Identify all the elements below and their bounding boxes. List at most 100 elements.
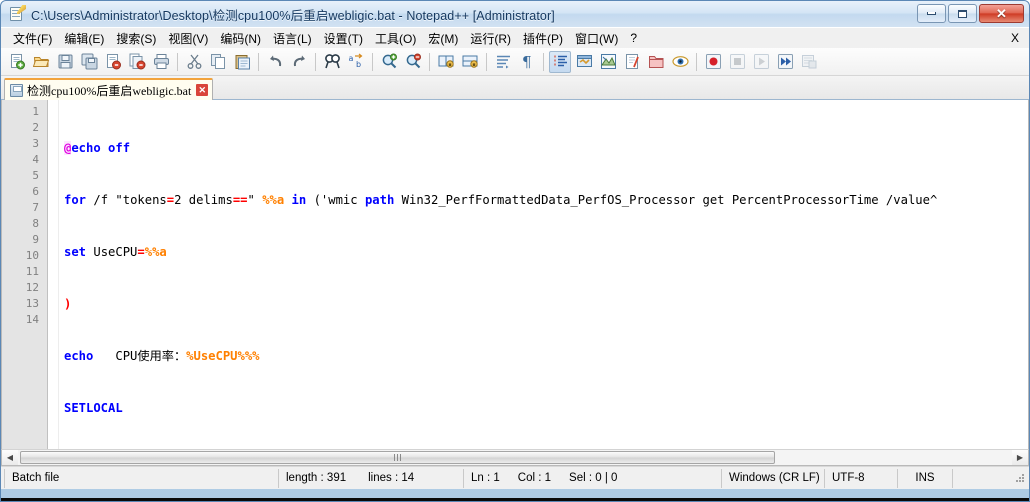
line-number: 12 — [25, 281, 39, 294]
line-number: 1 — [32, 105, 39, 118]
menu-window[interactable]: 窗口(W) — [569, 28, 624, 49]
line-number: 14 — [25, 313, 39, 326]
minimize-icon — [927, 12, 936, 15]
line-number: 13 — [25, 297, 39, 310]
menu-macro[interactable]: 宏(M) — [422, 28, 464, 49]
editor-area[interactable]: 1 2 3 4 5 6 7 8 9 10 11 12 13 14 @echo o… — [1, 100, 1029, 449]
status-length-lines: length : 391 lines : 14 — [279, 468, 464, 488]
svg-text:b: b — [356, 60, 361, 69]
redo-icon[interactable] — [288, 51, 310, 73]
close-file-icon[interactable] — [102, 51, 124, 73]
menu-plugins[interactable]: 插件(P) — [517, 28, 569, 49]
close-document-button[interactable]: X — [1011, 31, 1019, 45]
svg-text:¶: ¶ — [522, 53, 532, 70]
status-lines: lines : 14 — [368, 472, 415, 484]
zoom-in-icon[interactable] — [378, 51, 400, 73]
save-all-icon[interactable] — [78, 51, 100, 73]
new-file-icon[interactable] — [6, 51, 28, 73]
menu-file[interactable]: 文件(F) — [7, 28, 58, 49]
record-macro-icon[interactable] — [702, 51, 724, 73]
menu-encoding[interactable]: 编码(N) — [214, 28, 267, 49]
fold-margin[interactable] — [48, 100, 59, 449]
separator-6 — [486, 52, 487, 71]
print-icon[interactable] — [150, 51, 172, 73]
status-insert-mode[interactable]: INS — [898, 468, 953, 488]
scroll-right-arrow-icon[interactable]: ▶ — [1012, 450, 1028, 465]
folder-as-workspace-icon[interactable] — [645, 51, 667, 73]
status-bar: Batch file length : 391 lines : 14 Ln : … — [1, 466, 1029, 489]
horizontal-scrollbar[interactable]: ◀ ▶ — [1, 449, 1029, 466]
status-eol-format[interactable]: Windows (CR LF) — [722, 468, 825, 488]
status-caret-position: Ln : 1 Col : 1 Sel : 0 | 0 — [464, 468, 722, 488]
code-line-6: SETLOCAL — [64, 401, 123, 415]
notepad-plus-plus-document-icon — [9, 5, 26, 22]
status-encoding[interactable]: UTF-8 — [825, 468, 898, 488]
copy-icon[interactable] — [207, 51, 229, 73]
scrollbar-thumb[interactable] — [20, 451, 775, 464]
find-icon[interactable] — [321, 51, 343, 73]
line-number: 5 — [32, 169, 39, 182]
scrollbar-track[interactable] — [18, 450, 1012, 465]
run-macro-multiple-icon[interactable] — [774, 51, 796, 73]
maximize-button[interactable] — [948, 4, 977, 23]
sync-horizontal-scroll-icon[interactable] — [459, 51, 481, 73]
menu-tools[interactable]: 工具(O) — [369, 28, 422, 49]
menu-language[interactable]: 语言(L) — [267, 28, 318, 49]
notepad-plus-plus-window: C:\Users\Administrator\Desktop\检测cpu100%… — [0, 0, 1030, 502]
sync-vertical-scroll-icon[interactable] — [435, 51, 457, 73]
menu-help[interactable]: ? — [624, 29, 643, 47]
undo-icon[interactable] — [264, 51, 286, 73]
status-ln: Ln : 1 — [471, 472, 500, 484]
line-number: 2 — [32, 121, 39, 134]
tab-active-document[interactable]: 检测cpu100%后重启webligic.bat ✕ — [4, 78, 214, 100]
separator-7 — [543, 52, 544, 71]
function-list-icon[interactable] — [621, 51, 643, 73]
separator-3 — [315, 52, 316, 71]
user-defined-dialog-icon[interactable] — [573, 51, 595, 73]
monitoring-icon[interactable] — [669, 51, 691, 73]
menu-settings[interactable]: 设置(T) — [318, 28, 369, 49]
window-bottom-edge — [1, 498, 1029, 501]
tab-bar: 检测cpu100%后重启webligic.bat ✕ — [1, 76, 1029, 100]
play-macro-icon[interactable] — [750, 51, 772, 73]
open-file-icon[interactable] — [30, 51, 52, 73]
separator-1 — [177, 52, 178, 71]
scroll-left-arrow-icon[interactable]: ◀ — [2, 450, 18, 465]
cut-icon[interactable] — [183, 51, 205, 73]
minimize-button[interactable] — [917, 4, 946, 23]
line-number: 6 — [32, 185, 39, 198]
window-controls: ✕ — [917, 4, 1024, 23]
stop-macro-icon[interactable] — [726, 51, 748, 73]
separator-2 — [258, 52, 259, 71]
replace-icon[interactable]: a b — [345, 51, 367, 73]
document-map-icon[interactable] — [597, 51, 619, 73]
save-icon[interactable] — [54, 51, 76, 73]
line-number: 9 — [32, 233, 39, 246]
menu-view[interactable]: 视图(V) — [162, 28, 214, 49]
show-all-characters-icon[interactable]: ¶ — [516, 51, 538, 73]
zoom-out-icon[interactable] — [402, 51, 424, 73]
word-wrap-icon[interactable] — [492, 51, 514, 73]
close-all-files-icon[interactable] — [126, 51, 148, 73]
status-length: length : 391 — [286, 472, 347, 484]
indent-guide-icon[interactable] — [549, 50, 571, 73]
status-col: Col : 1 — [517, 472, 552, 484]
line-number: 10 — [25, 249, 39, 262]
menu-edit[interactable]: 编辑(E) — [58, 28, 110, 49]
save-macro-icon[interactable] — [798, 51, 820, 73]
menu-run[interactable]: 运行(R) — [464, 28, 517, 49]
line-number: 8 — [32, 217, 39, 230]
close-button[interactable]: ✕ — [979, 4, 1024, 23]
status-sel: Sel : 0 | 0 — [569, 472, 618, 484]
tab-close-icon[interactable]: ✕ — [196, 84, 209, 96]
code-line-4: ) — [64, 297, 72, 311]
line-number: 7 — [32, 201, 39, 214]
paste-icon[interactable] — [231, 51, 253, 73]
resize-grip-icon[interactable] — [1014, 472, 1026, 484]
code-content[interactable]: @echo off for /f "tokens=2 delims==" %%a… — [59, 100, 1028, 449]
svg-text:a: a — [348, 54, 353, 63]
separator-5 — [429, 52, 430, 71]
menu-search[interactable]: 搜索(S) — [110, 28, 162, 49]
menu-bar: 文件(F) 编辑(E) 搜索(S) 视图(V) 编码(N) 语言(L) 设置(T… — [1, 27, 1029, 48]
code-line-5: echo CPU使用率：%UseCPU%%% — [64, 349, 260, 363]
